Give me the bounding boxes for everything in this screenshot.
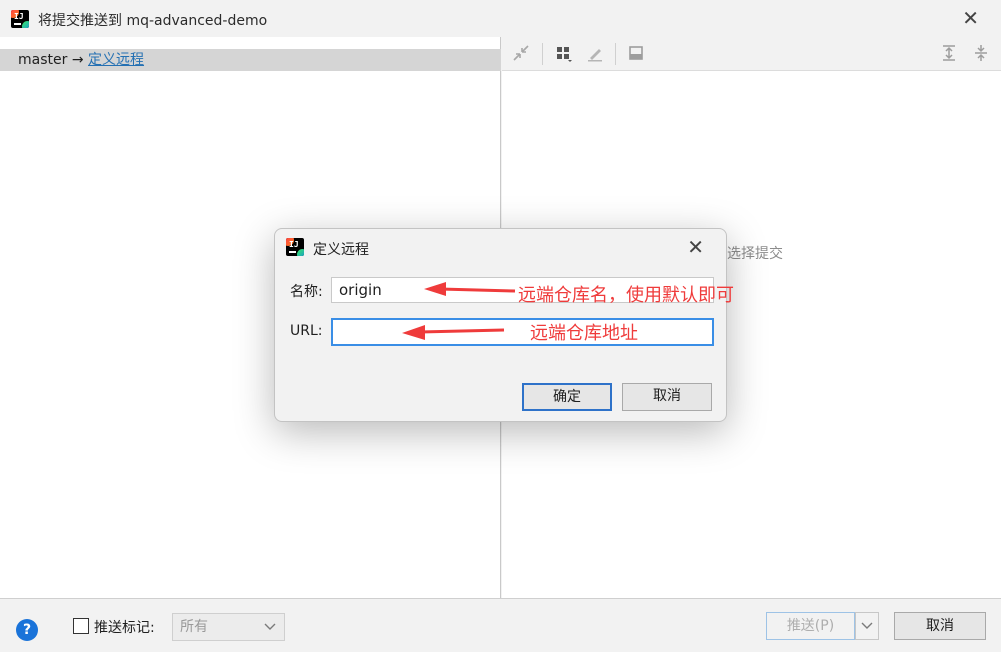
edit-icon[interactable] xyxy=(585,44,605,64)
push-tags-checkbox[interactable] xyxy=(73,618,89,634)
source-branch: master xyxy=(18,52,68,68)
cancel-button[interactable]: 取消 xyxy=(894,612,986,640)
url-input[interactable] xyxy=(331,318,714,346)
close-icon[interactable]: ✕ xyxy=(687,235,704,259)
annotation-arrow-url xyxy=(402,325,505,340)
dialog-cancel-button[interactable]: 取消 xyxy=(622,383,712,411)
name-value: origin xyxy=(339,281,382,299)
window-title: 将提交推送到 mq-advanced-demo xyxy=(38,13,268,29)
empty-hint: 选择提交 xyxy=(727,246,783,262)
app-icon: IJ xyxy=(286,238,304,256)
bottom-bar: ? 推送标记: 所有 推送(P) 取消 xyxy=(0,598,1001,652)
arrow-glyph: → xyxy=(71,52,84,68)
chevron-down-icon xyxy=(861,622,873,642)
preview-icon[interactable] xyxy=(626,44,646,64)
tags-select-value: 所有 xyxy=(180,619,208,635)
branch-row[interactable]: master → 定义远程 xyxy=(0,49,501,71)
push-button[interactable]: 推送(P) xyxy=(766,612,855,640)
define-remote-link[interactable]: 定义远程 xyxy=(88,52,144,68)
name-label: 名称: xyxy=(290,284,323,300)
close-icon[interactable]: ✕ xyxy=(962,8,979,28)
group-icon[interactable] xyxy=(554,44,574,64)
chevron-down-icon xyxy=(264,614,276,649)
collapse-all-icon[interactable] xyxy=(971,44,991,64)
changes-toolbar xyxy=(502,37,1001,71)
push-dropdown-button[interactable] xyxy=(855,612,879,640)
window-titlebar: IJ 将提交推送到 mq-advanced-demo ✕ xyxy=(0,0,1001,37)
expand-all-icon[interactable] xyxy=(939,44,959,64)
push-tags-label: 推送标记: xyxy=(94,620,155,636)
help-icon[interactable]: ? xyxy=(16,619,38,641)
annotation-name-note: 远端仓库名，使用默认即可 xyxy=(518,285,734,306)
url-label: URL: xyxy=(290,323,323,339)
tags-select[interactable]: 所有 xyxy=(172,613,285,641)
ok-button[interactable]: 确定 xyxy=(522,383,612,411)
collapse-icon[interactable] xyxy=(511,44,531,64)
annotation-url-note: 远端仓库地址 xyxy=(530,323,638,344)
annotation-arrow-name xyxy=(424,282,516,296)
app-icon: IJ xyxy=(11,10,29,28)
dialog-title: 定义远程 xyxy=(313,242,369,258)
